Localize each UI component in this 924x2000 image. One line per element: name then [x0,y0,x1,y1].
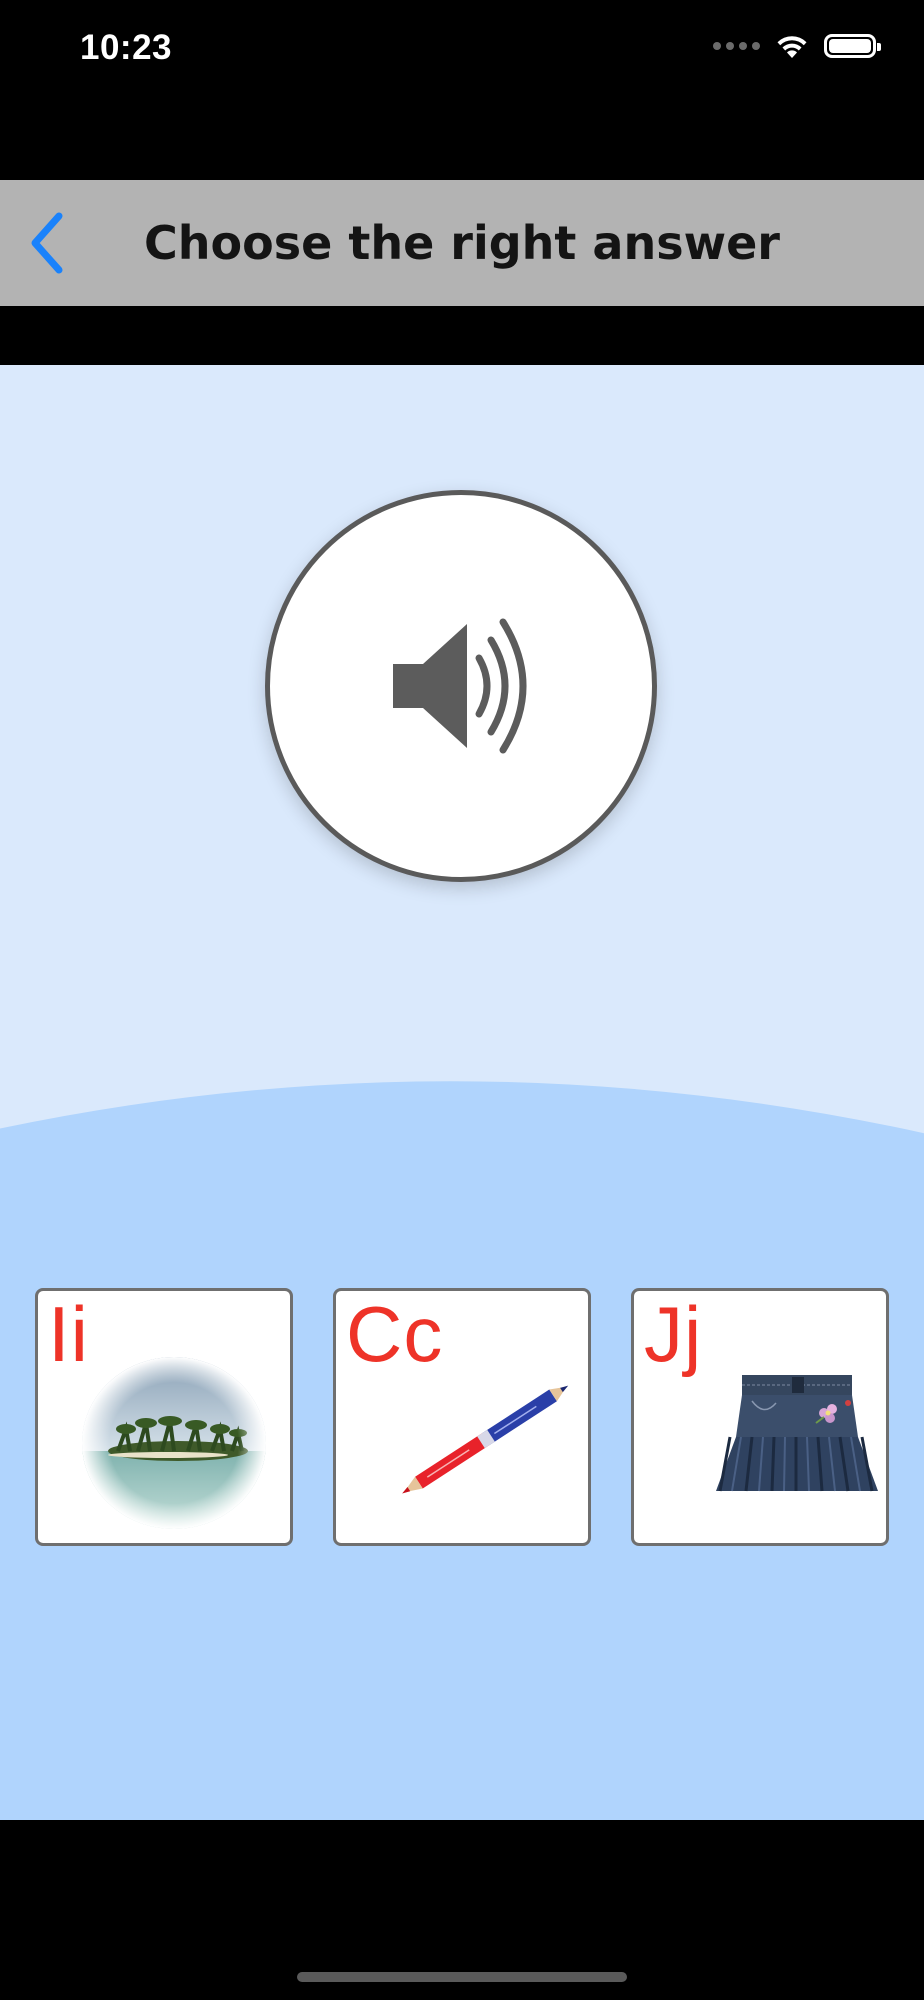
wifi-icon [777,36,807,58]
status-icons [713,32,881,60]
speaker-icon [393,618,527,754]
page-title: Choose the right answer [144,216,780,270]
app-screen: 10:23 Choose the right answer Ii Cc Jj [0,0,924,2000]
answer-choices: Ii Cc Jj [35,1288,889,1546]
choice-card-3[interactable]: Jj [631,1288,889,1546]
choice-letter: Cc [346,1290,444,1378]
home-indicator[interactable] [297,1972,627,1982]
nav-bar: Choose the right answer [0,180,924,306]
play-sound-button[interactable] [265,490,657,882]
choice-card-2[interactable]: Cc [333,1288,591,1546]
status-time: 10:23 [80,28,173,67]
pencil-image [402,1385,569,1494]
status-bar: 10:23 [0,0,924,100]
battery-icon [824,34,881,58]
skirt-image [716,1375,878,1492]
choice-card-1[interactable]: Ii [35,1288,293,1546]
choice-letter: Jj [644,1290,703,1378]
signal-dots-icon [713,42,760,50]
island-image [82,1357,266,1529]
quiz-content: Ii Cc Jj [0,365,924,1820]
